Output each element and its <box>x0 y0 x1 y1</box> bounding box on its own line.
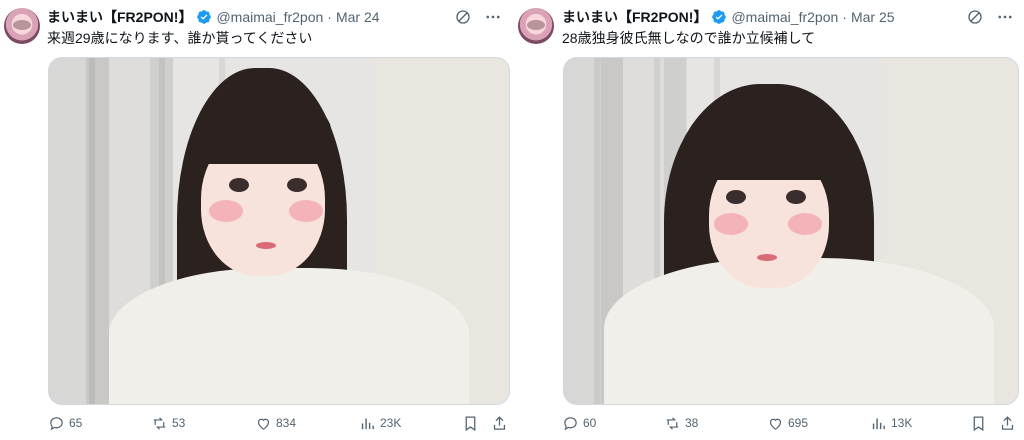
share-icon[interactable] <box>491 415 508 432</box>
views-count: 23K <box>380 416 402 430</box>
tweet-card[interactable]: まいまい【FR2PON!】 @maimai_fr2pon · Mar 25 28… <box>512 0 1024 440</box>
repost-count: 38 <box>685 416 699 430</box>
views-button[interactable]: 23K <box>359 415 401 432</box>
grok-icon[interactable] <box>966 8 984 26</box>
tweet-actions-bar: 65 53 834 23K <box>48 412 508 434</box>
reply-icon <box>564 416 577 430</box>
tweet-header: まいまい【FR2PON!】 @maimai_fr2pon · Mar 25 <box>562 7 895 27</box>
repost-icon <box>666 416 679 430</box>
verified-badge-icon <box>197 10 212 24</box>
tweet-text: 来週29歳になります、誰か貰ってください <box>47 30 313 46</box>
reply-count: 65 <box>69 416 83 430</box>
tweets-container: まいまい【FR2PON!】 @maimai_fr2pon · Mar 24 来週… <box>0 0 1024 440</box>
reply-icon <box>50 416 63 430</box>
reply-count: 60 <box>583 416 597 430</box>
avatar[interactable] <box>4 8 40 44</box>
views-count: 13K <box>891 416 913 430</box>
tweet-secondary-actions <box>462 415 508 432</box>
tweet-secondary-actions <box>970 415 1016 432</box>
like-icon <box>257 418 270 430</box>
repost-button[interactable]: 38 <box>664 415 698 432</box>
user-handle[interactable]: @maimai_fr2pon <box>216 9 323 25</box>
like-button[interactable]: 834 <box>255 415 296 432</box>
repost-icon <box>153 416 166 430</box>
tweet-header: まいまい【FR2PON!】 @maimai_fr2pon · Mar 24 <box>47 7 380 27</box>
tweet-actions-bar: 60 38 695 13K <box>562 412 1016 434</box>
tweet-photo[interactable] <box>563 57 1019 405</box>
separator-dot: · <box>842 9 847 25</box>
tweet-top-actions <box>454 8 502 26</box>
separator-dot: · <box>327 9 332 25</box>
more-icon[interactable] <box>484 8 502 26</box>
verified-badge-icon <box>712 10 727 24</box>
bookmark-icon[interactable] <box>462 415 479 432</box>
repost-button[interactable]: 53 <box>151 415 185 432</box>
like-count: 834 <box>276 416 297 430</box>
like-button[interactable]: 695 <box>767 415 808 432</box>
tweet-date[interactable]: Mar 24 <box>336 9 380 25</box>
user-handle[interactable]: @maimai_fr2pon <box>731 9 838 25</box>
tweet-photo[interactable] <box>48 57 510 405</box>
tweet-date[interactable]: Mar 25 <box>851 9 895 25</box>
tweet-top-actions <box>966 8 1014 26</box>
views-icon <box>872 418 885 429</box>
bookmark-icon[interactable] <box>970 415 987 432</box>
share-icon[interactable] <box>999 415 1016 432</box>
grok-icon[interactable] <box>454 8 472 26</box>
display-name[interactable]: まいまい【FR2PON!】 <box>562 7 707 27</box>
views-icon <box>361 418 374 429</box>
display-name[interactable]: まいまい【FR2PON!】 <box>47 7 192 27</box>
reply-button[interactable]: 65 <box>48 415 82 432</box>
reply-button[interactable]: 60 <box>562 415 596 432</box>
more-icon[interactable] <box>996 8 1014 26</box>
like-icon <box>769 418 782 430</box>
views-button[interactable]: 13K <box>870 415 912 432</box>
like-count: 695 <box>788 416 809 430</box>
tweet-card[interactable]: まいまい【FR2PON!】 @maimai_fr2pon · Mar 24 来週… <box>0 0 512 440</box>
repost-count: 53 <box>172 416 186 430</box>
tweet-text: 28歳独身彼氏無しなので誰か立候補して <box>562 30 816 46</box>
avatar[interactable] <box>518 8 554 44</box>
